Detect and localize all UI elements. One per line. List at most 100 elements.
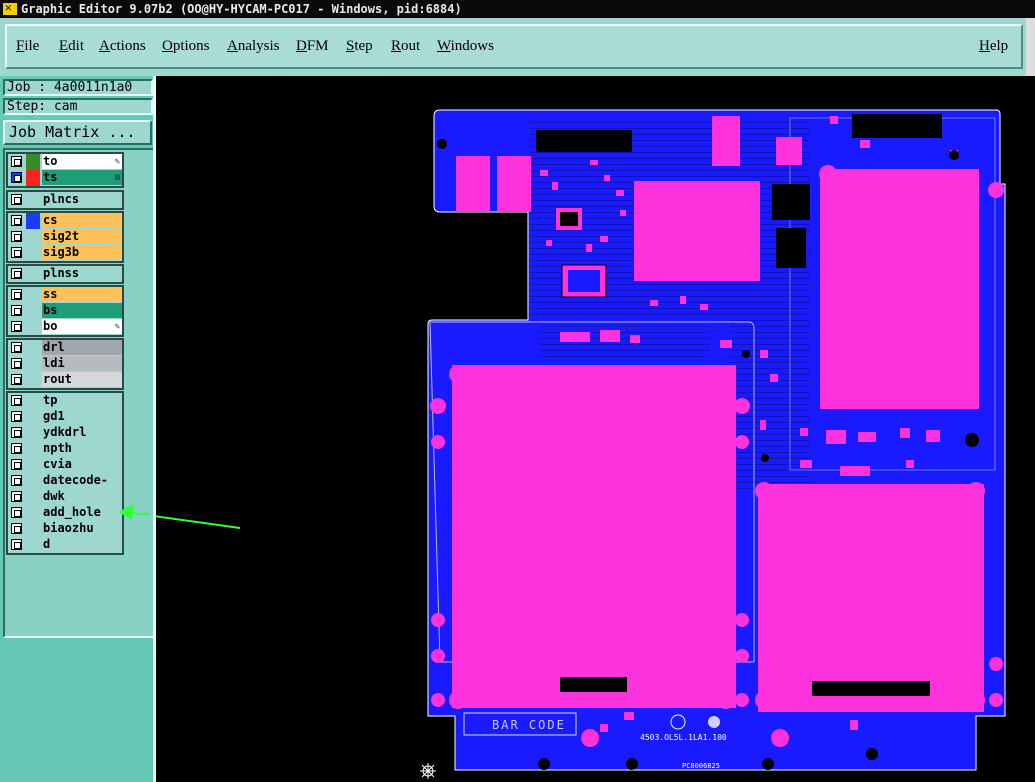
layer-row-cs[interactable]: cs — [8, 213, 122, 229]
layer-color-swatch[interactable] — [26, 393, 40, 409]
layer-color-swatch[interactable] — [26, 287, 40, 303]
layer-checkbox[interactable] — [11, 215, 22, 226]
menu-help[interactable]: Help — [979, 38, 1008, 55]
layer-row-cvia[interactable]: cvia — [8, 457, 122, 473]
layer-name[interactable]: npth — [42, 441, 122, 456]
layer-checkbox[interactable] — [11, 358, 22, 369]
layer-checkbox[interactable] — [11, 523, 22, 534]
layer-color-swatch[interactable] — [26, 425, 40, 441]
layer-name[interactable]: ts ⊞ — [42, 170, 122, 185]
layer-name[interactable]: drl — [42, 340, 122, 355]
layer-name[interactable]: plnss — [42, 266, 122, 281]
layer-name[interactable]: sig3b — [42, 245, 122, 260]
graphic-canvas[interactable]: BAR CODE 4503.OL5L.1LA1.100 PC8006825 — [156, 76, 1035, 782]
layer-row-bs[interactable]: bs — [8, 303, 122, 319]
layer-name[interactable]: cs — [42, 213, 122, 228]
layer-checkbox[interactable] — [11, 491, 22, 502]
layer-name[interactable]: bo ✎ — [42, 319, 122, 334]
layer-checkbox[interactable] — [11, 194, 22, 205]
layer-checkbox[interactable] — [11, 289, 22, 300]
layer-color-swatch[interactable] — [26, 505, 40, 521]
layer-checkbox[interactable] — [11, 374, 22, 385]
layer-row-plncs[interactable]: plncs — [8, 192, 122, 208]
layer-name[interactable]: d — [42, 537, 122, 552]
layer-checkbox[interactable] — [11, 507, 22, 518]
layer-color-swatch[interactable] — [26, 372, 40, 388]
layer-color-swatch[interactable] — [26, 303, 40, 319]
layer-name[interactable]: gd1 — [42, 409, 122, 424]
layer-name[interactable]: ydkdrl — [42, 425, 122, 440]
layer-color-swatch[interactable] — [26, 356, 40, 372]
layer-checkbox[interactable] — [11, 411, 22, 422]
layer-name[interactable]: datecode-to — [42, 473, 122, 502]
layer-row-rout[interactable]: rout — [8, 372, 122, 388]
layer-name[interactable]: ldi — [42, 356, 122, 371]
layer-row-ydkdrl[interactable]: ydkdrl — [8, 425, 122, 441]
layer-row-biaozhu[interactable]: biaozhu — [8, 521, 122, 537]
layer-checkbox[interactable] — [11, 475, 22, 486]
layer-name[interactable]: tp — [42, 393, 122, 408]
layer-row-d[interactable]: d — [8, 537, 122, 553]
layer-checkbox[interactable] — [11, 443, 22, 454]
menu-edit[interactable]: Edit — [59, 38, 84, 55]
layer-color-swatch[interactable] — [26, 192, 40, 208]
layer-checkbox[interactable] — [11, 268, 22, 279]
layer-name[interactable]: rout — [42, 372, 122, 387]
layer-name[interactable]: bs — [42, 303, 122, 318]
layer-row-ss[interactable]: ss — [8, 287, 122, 303]
layer-color-swatch[interactable] — [26, 457, 40, 473]
layer-color-swatch[interactable] — [26, 489, 40, 505]
layer-row-bo[interactable]: bo ✎ — [8, 319, 122, 335]
layer-name[interactable]: sig2t — [42, 229, 122, 244]
layer-checkbox[interactable] — [11, 321, 22, 332]
layer-row-sig3b[interactable]: sig3b — [8, 245, 122, 261]
layer-color-swatch[interactable] — [26, 340, 40, 356]
layer-color-swatch[interactable] — [26, 170, 40, 186]
layer-row-gd1[interactable]: gd1 — [8, 409, 122, 425]
layer-name[interactable]: cvia — [42, 457, 122, 472]
layer-color-swatch[interactable] — [26, 409, 40, 425]
menu-windows[interactable]: Windows — [437, 38, 494, 55]
menu-dfm[interactable]: DFM — [296, 38, 329, 55]
layer-checkbox[interactable] — [11, 342, 22, 353]
layer-row-to[interactable]: to ✎ — [8, 154, 122, 170]
layer-row-dwk[interactable]: dwk — [8, 489, 122, 505]
layer-color-swatch[interactable] — [26, 213, 40, 229]
layer-color-swatch[interactable] — [26, 229, 40, 245]
layer-row-tp[interactable]: tp — [8, 393, 122, 409]
layer-checkbox[interactable] — [11, 539, 22, 550]
layer-row-sig2t[interactable]: sig2t — [8, 229, 122, 245]
layer-name[interactable]: plncs — [42, 192, 122, 207]
menu-analysis[interactable]: Analysis — [227, 38, 280, 55]
menu-step[interactable]: Step — [346, 38, 373, 55]
layer-color-swatch[interactable] — [26, 537, 40, 553]
layer-checkbox[interactable] — [11, 231, 22, 242]
menu-actions[interactable]: Actions — [99, 38, 146, 55]
layer-color-swatch[interactable] — [26, 441, 40, 457]
layer-row-ts[interactable]: ts ⊞ — [8, 170, 122, 186]
layer-row-datecode-to[interactable]: datecode-to — [8, 473, 122, 502]
layer-row-npth[interactable]: npth — [8, 441, 122, 457]
layer-row-add_hole[interactable]: add_hole — [8, 505, 122, 521]
layer-checkbox[interactable] — [11, 247, 22, 258]
layer-checkbox[interactable] — [11, 395, 22, 406]
layer-color-swatch[interactable] — [26, 521, 40, 537]
menu-rout[interactable]: Rout — [391, 38, 420, 55]
layer-color-swatch[interactable] — [26, 266, 40, 282]
menu-options[interactable]: Options — [162, 38, 210, 55]
layer-checkbox[interactable] — [11, 305, 22, 316]
layer-row-ldi[interactable]: ldi — [8, 356, 122, 372]
layer-row-drl[interactable]: drl — [8, 340, 122, 356]
layer-color-swatch[interactable] — [26, 319, 40, 335]
layer-checkbox[interactable] — [11, 459, 22, 470]
layer-name[interactable]: to ✎ — [42, 154, 122, 169]
layer-color-swatch[interactable] — [26, 245, 40, 261]
layer-color-swatch[interactable] — [26, 473, 40, 489]
layer-row-plnss[interactable]: plnss — [8, 266, 122, 282]
job-matrix-button[interactable]: Job Matrix ... — [3, 120, 152, 145]
layer-name[interactable]: ss — [42, 287, 122, 302]
menu-file[interactable]: File — [16, 38, 39, 55]
layer-checkbox[interactable] — [11, 156, 22, 167]
layer-checkbox[interactable] — [11, 172, 22, 183]
layer-color-swatch[interactable] — [26, 154, 40, 170]
